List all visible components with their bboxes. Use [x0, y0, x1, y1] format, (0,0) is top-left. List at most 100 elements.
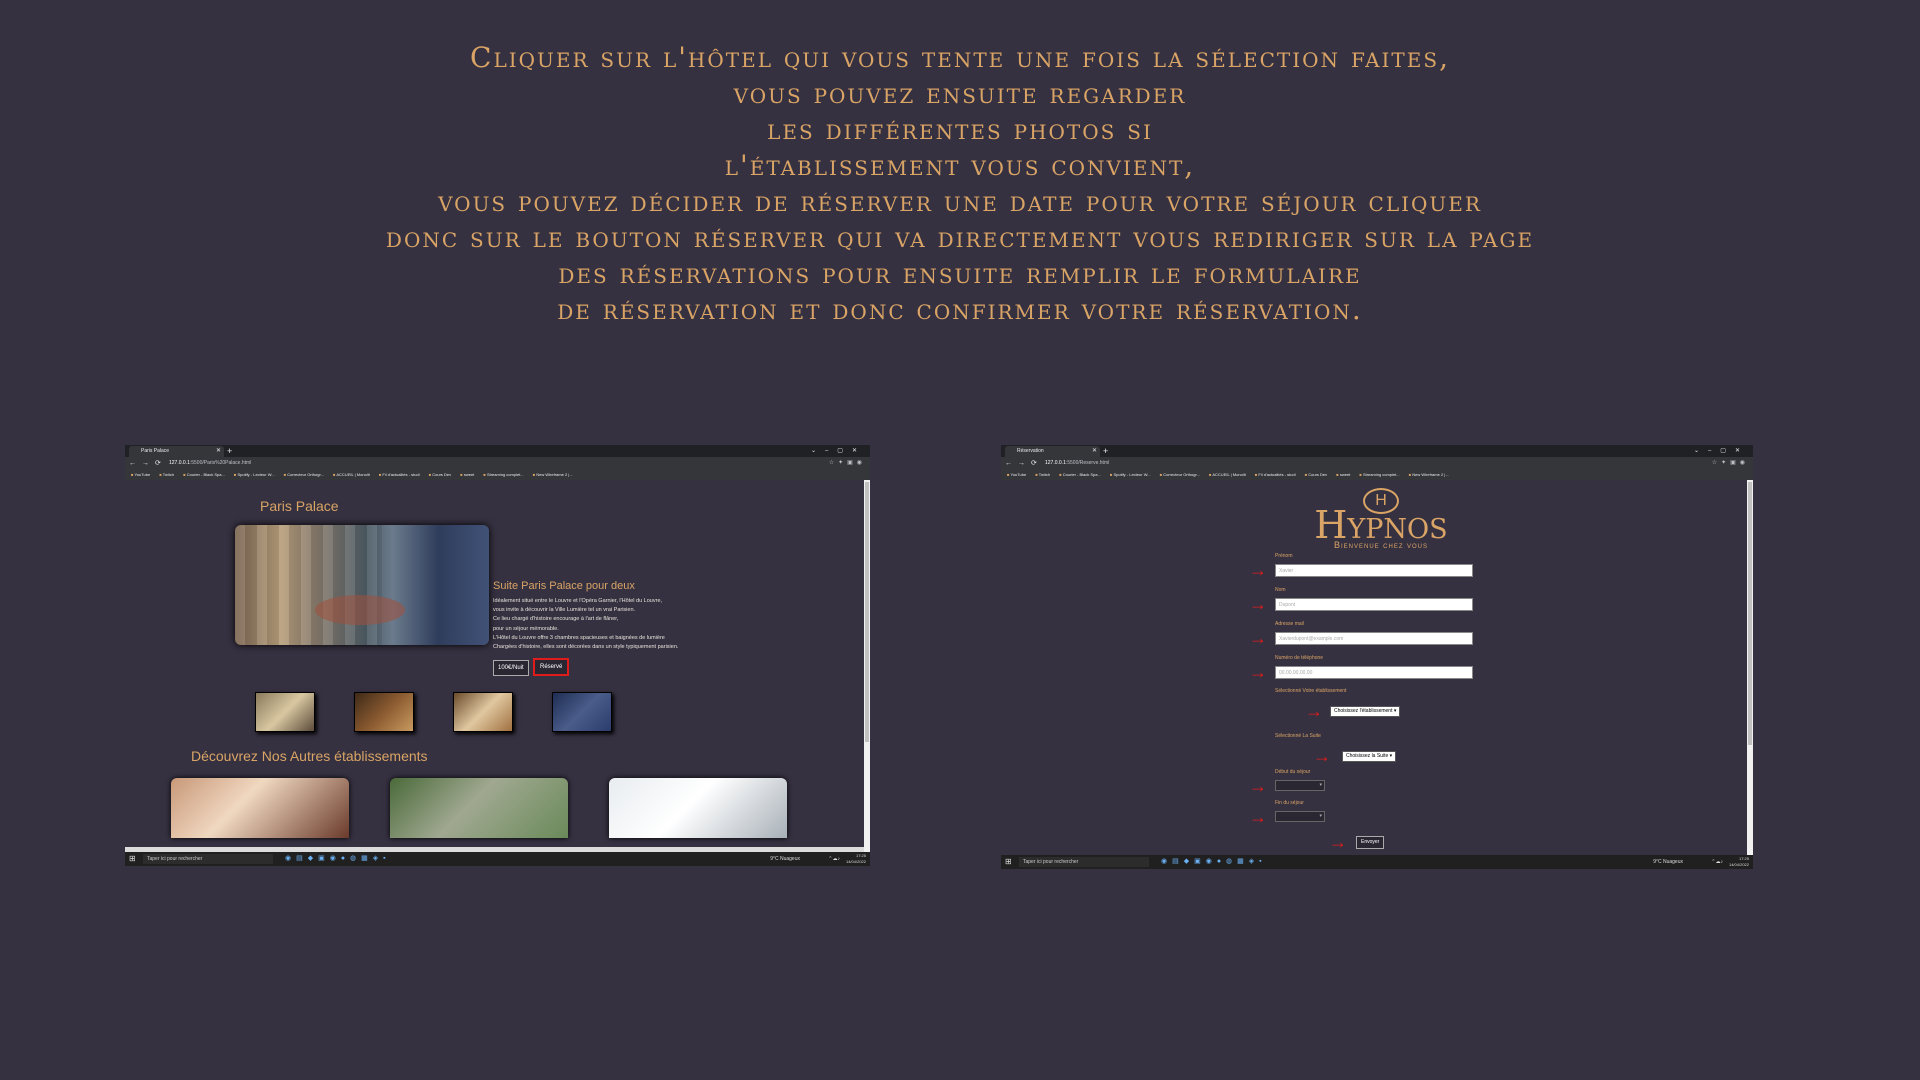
windows-start-icon[interactable]: ⊞ — [1005, 855, 1012, 869]
bookmark-item[interactable]: Fil d'actualités - studi — [1255, 472, 1296, 477]
thumbnail-image[interactable] — [255, 692, 315, 732]
taskbar-clock: 17:25 14/04/2022 — [846, 853, 866, 865]
bookmark-item[interactable]: Correcteur Orthogr... — [284, 472, 324, 477]
phone-field[interactable]: 00.00.00.00.00 — [1275, 666, 1473, 679]
bookmark-item[interactable]: YouTube — [131, 472, 150, 477]
suite-description: Idéalement situé entre le Louvre et l'Op… — [493, 597, 713, 652]
bookmark-item[interactable]: Correcteur Orthogr... — [1160, 472, 1200, 477]
weather-text: 9°C Nuageux — [770, 856, 800, 862]
url-host: 127.0.0.1 — [1045, 460, 1066, 466]
start-date-field[interactable] — [1275, 780, 1325, 791]
start-date-label: Début du séjour — [1275, 769, 1311, 775]
bookmark-item[interactable]: ACCUEIL | Monolit — [333, 472, 370, 477]
url-field[interactable]: 127.0.0.1:5500/Reserve.html — [1045, 458, 1665, 468]
vertical-scrollbar[interactable] — [864, 480, 870, 852]
suite-title: Suite Paris Palace pour deux — [493, 580, 635, 592]
taskbar-search-field[interactable]: Taper ici pour rechercher — [1019, 857, 1149, 867]
email-field[interactable]: Xavierdupont@example.com — [1275, 632, 1473, 645]
bookmarks-bar: YouTube Twitch Courier - Black Spa... Sp… — [125, 470, 870, 480]
url-path: :5500/Paris%20Palace.html — [189, 460, 252, 466]
red-arrow-icon: → — [1249, 776, 1267, 796]
suite-label: Sélectionné La Suite — [1275, 733, 1321, 739]
suite-select[interactable]: Choisissez la Suite ▾ — [1342, 751, 1397, 762]
extensions-icon[interactable]: ☆✦▣◉ — [829, 457, 866, 470]
browser-tabbar: Réservation ✕ + ⌄–▢✕ — [1001, 445, 1753, 457]
submit-button[interactable]: Envoyer — [1356, 836, 1385, 849]
lastname-label: Nom — [1275, 587, 1286, 593]
bookmark-item[interactable]: Courier - Black Spa... — [1059, 472, 1101, 477]
taskbar-search-field[interactable]: Taper ici pour rechercher — [143, 854, 273, 864]
extensions-icon[interactable]: ☆✦▣◉ — [1712, 457, 1749, 470]
bookmark-item[interactable]: Courier - Black Spa... — [183, 472, 225, 477]
windows-start-icon[interactable]: ⊞ — [129, 852, 136, 866]
window-controls-icon[interactable]: ⌄–▢✕ — [1694, 445, 1749, 457]
bookmark-item[interactable]: Fil d'actualités - studi — [379, 472, 420, 477]
description-line: Ce lieu chargé d'histoire encourage à l'… — [493, 616, 619, 623]
red-arrow-icon: → — [1249, 628, 1267, 648]
bookmark-item[interactable]: Spotify - Lecteur W... — [1110, 472, 1151, 477]
close-icon[interactable]: ✕ — [216, 446, 221, 457]
bookmark-item[interactable]: Streaming complet... — [1359, 472, 1399, 477]
bookmark-item[interactable]: Twitch — [1035, 472, 1050, 477]
end-date-field[interactable] — [1275, 811, 1325, 822]
hotel-card-image[interactable] — [171, 778, 349, 838]
phone-label: Numéro de téléphone — [1275, 655, 1324, 661]
new-tab-icon[interactable]: + — [1103, 445, 1108, 457]
description-line: pour un séjour mémorable. — [493, 625, 559, 632]
red-arrow-icon: → — [1249, 594, 1267, 614]
bookmark-item[interactable]: Cours Dev — [1305, 472, 1327, 477]
lastname-field[interactable]: Dupont — [1275, 598, 1473, 611]
firstname-field[interactable]: Xavier — [1275, 564, 1473, 577]
bookmark-item[interactable]: Spotify - Lecteur W... — [234, 472, 275, 477]
url-host: 127.0.0.1 — [169, 460, 190, 466]
description-line: L'Hôtel du Louvre offre 3 chambres spaci… — [493, 634, 665, 641]
bookmark-item[interactable]: Streaming complet... — [483, 472, 523, 477]
reserve-button[interactable]: Réservé — [533, 658, 570, 676]
thumbnail-image[interactable] — [552, 692, 612, 732]
thumbnail-image[interactable] — [453, 692, 513, 732]
clock-date: 14/04/2022 — [1728, 862, 1749, 867]
thumbnail-image[interactable] — [354, 692, 414, 732]
hotel-card-image[interactable] — [390, 778, 568, 838]
tray-icons-icon[interactable]: ⌃☁♪ — [1711, 855, 1723, 869]
taskbar-apps-icon[interactable]: ◉▤◆▣◉●◍▦◈▪ — [285, 852, 391, 866]
new-tab-icon[interactable]: + — [227, 445, 232, 457]
bookmark-item[interactable]: Twitch — [159, 472, 174, 477]
weather-text: 9°C Nuageux — [1653, 859, 1683, 865]
bookmark-item[interactable]: New Wireframe 2 |... — [533, 472, 573, 477]
tab-title: Paris Palace — [141, 448, 170, 454]
hotel-card-image[interactable] — [609, 778, 787, 838]
description-line: vous invite à découvrir la Ville Lumière… — [493, 607, 636, 614]
end-date-label: Fin du séjour — [1275, 800, 1304, 806]
price-button[interactable]: 100€/Nuit — [493, 660, 529, 676]
chevron-down-icon: ▾ — [1389, 753, 1393, 759]
url-path: :5500/Reserve.html — [1065, 460, 1110, 466]
hotel-page: Paris Palace Suite Paris Palace pour deu… — [125, 480, 864, 852]
red-arrow-icon: → — [1305, 701, 1323, 721]
establishment-select-value: Choisissez l'établissement — [1334, 708, 1393, 714]
bookmark-item[interactable]: New Wireframe 2 |... — [1409, 472, 1449, 477]
intro-line: l'établissement vous convient, — [724, 149, 1196, 182]
right-screenshot: Réservation ✕ + ⌄–▢✕ ←→⟳ 127.0.0.1:5500/… — [1001, 445, 1753, 869]
bookmark-item[interactable]: sweet — [1336, 472, 1350, 477]
bookmark-item[interactable]: Cours Dev — [429, 472, 451, 477]
browser-tab[interactable]: Réservation ✕ — [1005, 446, 1100, 457]
browser-tab[interactable]: Paris Palace ✕ — [129, 446, 224, 457]
close-icon[interactable]: ✕ — [1092, 446, 1097, 457]
red-arrow-icon: → — [1249, 807, 1267, 827]
establishment-select[interactable]: Choisissez l'établissement ▾ — [1330, 706, 1401, 717]
vertical-scrollbar[interactable] — [1747, 480, 1753, 855]
url-field[interactable]: 127.0.0.1:5500/Paris%20Palace.html — [169, 458, 789, 468]
intro-text: Cliquer sur l'hôtel qui vous tente une f… — [0, 40, 1920, 328]
intro-line: donc sur le bouton réserver qui va direc… — [385, 221, 1535, 254]
bookmark-item[interactable]: sweet — [460, 472, 474, 477]
hypnos-logo: H Hypnos Bienvenue chez vous — [1296, 488, 1466, 550]
taskbar-apps-icon[interactable]: ◉▤◆▣◉●◍▦◈▪ — [1161, 855, 1267, 869]
bookmark-item[interactable]: YouTube — [1007, 472, 1026, 477]
window-controls-icon[interactable]: ⌄–▢✕ — [811, 445, 866, 457]
chevron-down-icon: ▾ — [1393, 708, 1397, 714]
tray-icons-icon[interactable]: ⌃☁♪ — [828, 852, 840, 866]
bookmark-item[interactable]: ACCUEIL | Monolit — [1209, 472, 1246, 477]
nav-arrows-icon[interactable]: ←→⟳ — [129, 457, 167, 470]
nav-arrows-icon[interactable]: ←→⟳ — [1005, 457, 1043, 470]
